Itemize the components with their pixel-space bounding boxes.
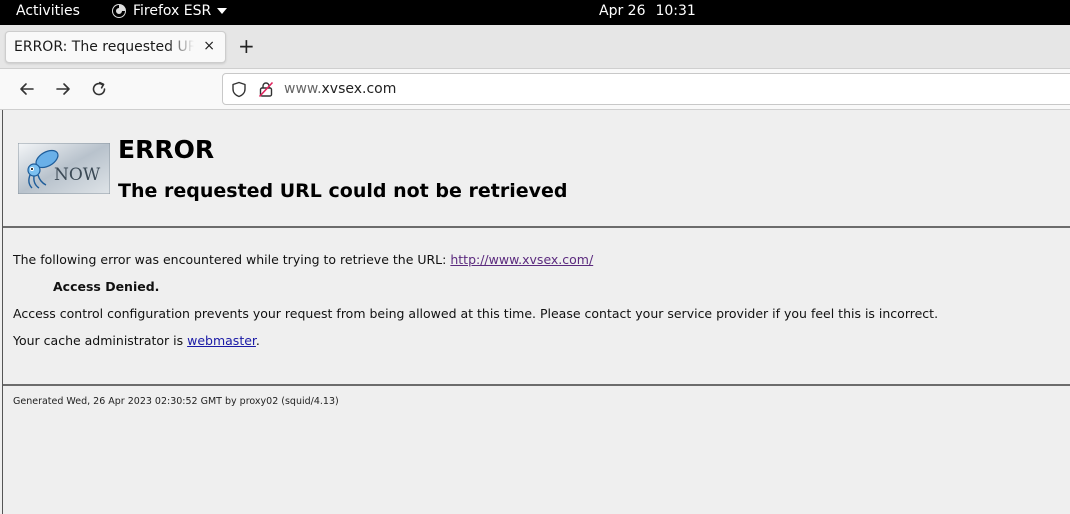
app-menu[interactable]: Firefox ESR: [111, 3, 228, 19]
activities-button[interactable]: Activities: [16, 3, 80, 19]
new-tab-button[interactable]: +: [238, 34, 255, 58]
insecure-lock-icon[interactable]: [258, 81, 274, 98]
back-arrow-icon[interactable]: [18, 80, 36, 98]
tab-strip: ERROR: The requested URL could not be re…: [0, 25, 1070, 69]
footer-generated-info: Generated Wed, 26 Apr 2023 02:30:52 GMT …: [13, 396, 339, 407]
reload-icon[interactable]: [90, 80, 108, 98]
admin-contact: Your cache administrator is webmaster.: [13, 333, 260, 348]
url-domain: xvsex.com: [321, 81, 397, 97]
admin-contact-text: Your cache administrator is: [13, 333, 188, 348]
error-description: The following error was encountered whil…: [13, 252, 593, 267]
shield-icon[interactable]: [231, 81, 247, 98]
system-top-bar: Activities Firefox ESR Apr 26 10:31: [0, 0, 1070, 25]
error-explanation: Access control configuration prevents yo…: [13, 306, 939, 321]
tab-title: ERROR: The requested URL could not be re…: [14, 39, 194, 55]
squid-logo-image: NOW: [18, 143, 110, 194]
access-denied-label: Access Denied.: [53, 279, 160, 294]
footer-divider: [3, 384, 1070, 386]
chevron-down-icon: [217, 8, 228, 14]
webmaster-link[interactable]: webmaster: [187, 333, 256, 348]
admin-contact-suffix: .: [255, 333, 260, 348]
app-name: Firefox ESR: [133, 3, 212, 19]
url-bar[interactable]: www.xvsex.com: [222, 73, 1070, 105]
error-header: NOW ERROR The requested URL could not be…: [3, 110, 1070, 228]
clock-date: Apr 26: [599, 3, 646, 19]
error-description-text: The following error was encountered whil…: [13, 252, 451, 267]
forward-arrow-icon[interactable]: [54, 80, 72, 98]
close-icon[interactable]: ×: [203, 38, 215, 54]
requested-url-link[interactable]: http://www.xvsex.com/: [450, 252, 593, 267]
navigation-bar: www.xvsex.com: [0, 69, 1070, 110]
clock[interactable]: Apr 26 10:31: [599, 3, 696, 19]
page-subtitle: The requested URL could not be retrieved: [118, 180, 568, 202]
url-prefix: www.: [284, 81, 322, 97]
logo-now-text: NOW: [54, 165, 101, 185]
url-text[interactable]: www.xvsex.com: [284, 81, 396, 97]
firefox-icon: [112, 4, 126, 18]
tab-error-page[interactable]: ERROR: The requested URL could not be re…: [5, 31, 226, 63]
page-content: NOW ERROR The requested URL could not be…: [2, 110, 1070, 514]
clock-time: 10:31: [655, 3, 696, 19]
page-title: ERROR: [118, 135, 215, 164]
